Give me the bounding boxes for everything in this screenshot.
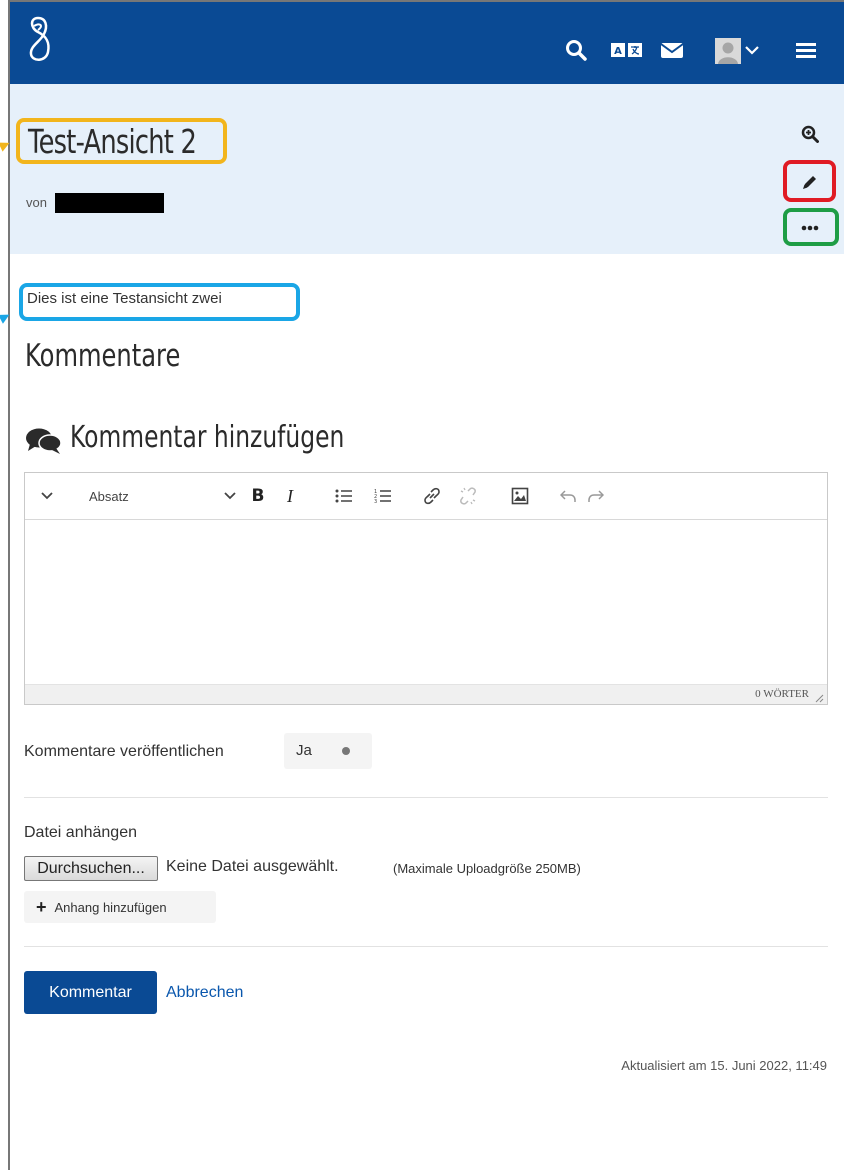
paragraph-format-value: Absatz: [89, 488, 129, 504]
logo-icon[interactable]: [22, 12, 62, 68]
comment-editor: Absatz B I 123 0 WÖRTER: [24, 472, 828, 705]
cancel-link[interactable]: Abbrechen: [166, 984, 243, 1002]
divider: [24, 797, 828, 798]
author-name-redacted: [55, 193, 164, 213]
submit-comment-button[interactable]: Kommentar: [24, 971, 157, 1014]
bullet-list-icon[interactable]: [334, 485, 354, 507]
svg-text:A: A: [614, 46, 622, 57]
image-icon[interactable]: [509, 485, 531, 507]
top-navigation-bar: A: [10, 2, 844, 84]
chevron-down-icon[interactable]: [744, 38, 760, 62]
divider: [24, 946, 828, 947]
add-attachment-button[interactable]: + Anhang hinzufügen: [24, 891, 216, 923]
no-file-selected-text: Keine Datei ausgewählt.: [166, 858, 339, 875]
author-label: von: [26, 195, 47, 210]
menu-icon[interactable]: [794, 38, 818, 62]
comments-heading: Kommentare: [25, 338, 181, 374]
editor-toolbar: Absatz B I 123: [25, 473, 827, 520]
resize-handle-icon[interactable]: [814, 690, 824, 708]
numbered-list-icon[interactable]: 123: [373, 485, 393, 507]
publish-comments-toggle[interactable]: Ja: [284, 733, 372, 769]
view-header-band: [10, 84, 844, 254]
italic-icon[interactable]: I: [281, 485, 299, 507]
add-attachment-label: Anhang hinzufügen: [54, 899, 167, 915]
last-updated-text: Aktualisiert am 15. Juni 2022, 11:49: [621, 1058, 827, 1073]
paragraph-dropdown-icon[interactable]: [222, 485, 238, 507]
plus-icon: +: [36, 896, 47, 917]
more-highlight-frame: [783, 208, 839, 246]
comment-text-area[interactable]: [25, 520, 827, 684]
svg-text:3: 3: [374, 499, 377, 504]
description-highlight-frame: [19, 283, 300, 321]
toolbar-toggle-icon[interactable]: [39, 485, 55, 507]
user-avatar-icon[interactable]: [715, 38, 741, 64]
bold-icon[interactable]: B: [249, 485, 267, 507]
unlink-icon[interactable]: [458, 485, 478, 507]
publish-comments-label: Kommentare veröffentlichen: [24, 743, 224, 760]
undo-icon[interactable]: [558, 485, 578, 507]
search-icon[interactable]: [564, 38, 588, 62]
redo-icon[interactable]: [586, 485, 606, 507]
add-comment-heading: Kommentar hinzufügen: [70, 420, 345, 455]
publish-comments-value: Ja: [296, 742, 312, 759]
mail-icon[interactable]: [660, 38, 684, 62]
zoom-icon[interactable]: [790, 118, 830, 150]
language-icon[interactable]: A: [611, 38, 643, 62]
title-highlight-frame: [16, 118, 227, 164]
toggle-knob: [342, 747, 350, 755]
editor-statusbar: 0 WÖRTER: [25, 684, 827, 704]
link-icon[interactable]: [422, 485, 442, 507]
comments-icon: [25, 427, 63, 460]
paragraph-format-select[interactable]: Absatz: [89, 485, 159, 507]
word-count: 0 WÖRTER: [755, 688, 809, 700]
attach-file-label: Datei anhängen: [24, 824, 137, 841]
max-upload-size-text: (Maximale Uploadgröße 250MB): [393, 861, 581, 876]
edit-highlight-frame: [783, 160, 836, 202]
browse-button[interactable]: Durchsuchen...: [24, 856, 158, 881]
